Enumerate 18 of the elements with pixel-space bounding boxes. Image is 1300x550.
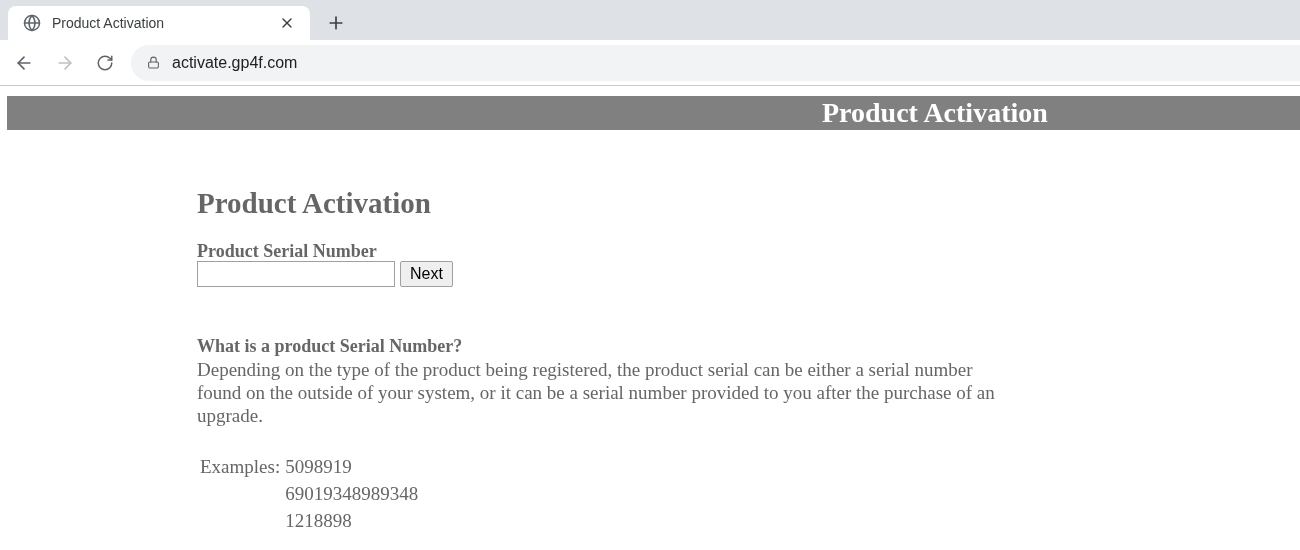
help-question: What is a product Serial Number? <box>197 335 463 358</box>
example-serial: 69019348989348 <box>285 482 419 506</box>
serial-number-field[interactable] <box>197 261 395 287</box>
field-label: Product Serial Number <box>197 241 377 261</box>
tab-title: Product Activation <box>52 13 166 33</box>
url-text: activate.gp4f.com <box>172 52 298 73</box>
address-bar[interactable]: activate.gp4f.com <box>131 44 1300 81</box>
examples-label: Examples: <box>200 455 282 479</box>
page-heading: Product Activation <box>197 186 431 221</box>
globe-icon <box>23 14 41 32</box>
example-serial: 1218898 <box>285 509 353 533</box>
next-button[interactable]: Next <box>400 261 453 287</box>
browser-tab[interactable]: Product Activation <box>8 6 310 40</box>
banner-title: Product Activation <box>822 99 1048 127</box>
help-paragraph: Depending on the type of the product being registered, the product serial can be either a serial number found on the outside of your system, or it can be a serial number provided to you after the purchase of an upgrade. <box>197 358 996 427</box>
lock-icon <box>147 56 160 69</box>
reload-icon[interactable] <box>96 53 114 72</box>
example-serial: 5098919 <box>285 455 353 479</box>
